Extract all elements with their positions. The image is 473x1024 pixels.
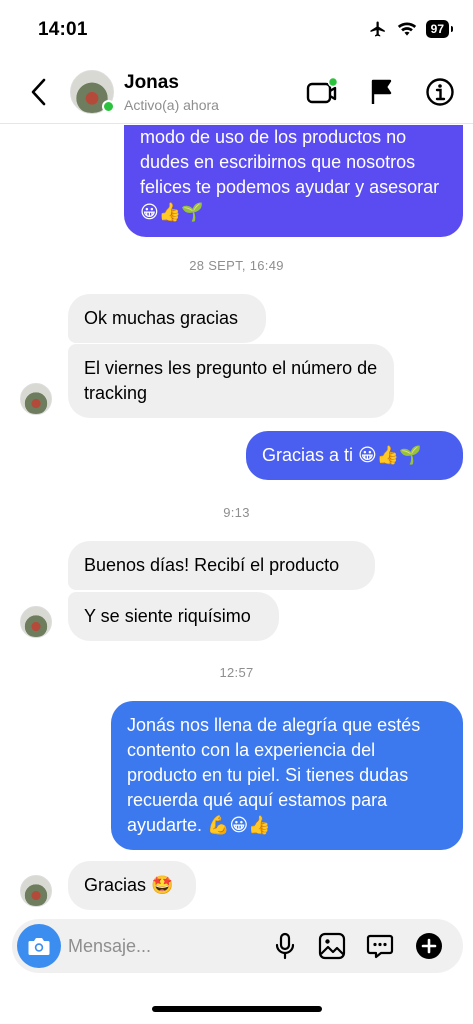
timestamp: 28 SEPT, 16:49 bbox=[189, 258, 284, 273]
gallery-button[interactable] bbox=[317, 931, 347, 961]
microphone-icon bbox=[275, 932, 295, 960]
message-outgoing[interactable]: Gracias a ti 😀👍🌱 bbox=[246, 431, 463, 480]
sender-avatar[interactable] bbox=[20, 875, 52, 907]
message-outgoing[interactable]: Jonás nos llena de alegría que estés con… bbox=[111, 701, 463, 850]
airplane-icon bbox=[370, 21, 385, 37]
status-icons: 97 bbox=[368, 20, 454, 38]
add-attachment-button[interactable] bbox=[414, 931, 444, 961]
camera-button[interactable] bbox=[17, 924, 61, 968]
video-call-button[interactable] bbox=[306, 76, 338, 108]
camera-icon bbox=[28, 938, 50, 955]
video-camera-icon bbox=[306, 77, 338, 104]
home-indicator[interactable] bbox=[152, 1006, 322, 1012]
message-incoming[interactable]: Y se siente riquísimo bbox=[68, 592, 279, 641]
chat-thread[interactable]: modo de uso de los productos no dudes en… bbox=[0, 125, 473, 915]
report-button[interactable] bbox=[366, 76, 398, 108]
info-button[interactable] bbox=[424, 76, 456, 108]
message-composer bbox=[12, 919, 463, 973]
message-incoming[interactable]: Buenos días! Recibí el producto bbox=[68, 541, 375, 590]
flag-icon bbox=[371, 79, 392, 104]
chat-bubble-icon bbox=[366, 934, 394, 959]
voice-message-button[interactable] bbox=[270, 931, 300, 961]
message-incoming[interactable]: Ok muchas gracias bbox=[68, 294, 266, 343]
sender-avatar[interactable] bbox=[20, 606, 52, 638]
battery-indicator: 97 bbox=[425, 20, 454, 38]
chat-header: Jonas Activo(a) ahora bbox=[0, 60, 473, 124]
sticker-button[interactable] bbox=[365, 931, 395, 961]
sender-avatar[interactable] bbox=[20, 383, 52, 415]
timestamp: 12:57 bbox=[219, 665, 254, 680]
message-incoming[interactable]: El viernes les pregunto el número de tra… bbox=[68, 344, 394, 418]
message-incoming[interactable]: Gracias 🤩 bbox=[68, 861, 196, 910]
info-icon bbox=[426, 78, 454, 106]
timestamp: 9:13 bbox=[223, 505, 250, 520]
chevron-left-icon bbox=[31, 78, 46, 106]
wifi-icon bbox=[397, 22, 416, 36]
image-icon bbox=[318, 932, 346, 960]
message-input[interactable] bbox=[68, 931, 258, 961]
message-outgoing[interactable]: modo de uso de los productos no dudes en… bbox=[124, 125, 463, 237]
back-button[interactable] bbox=[24, 74, 54, 110]
contact-avatar[interactable] bbox=[70, 70, 115, 114]
status-time: 14:01 bbox=[38, 19, 88, 40]
contact-name[interactable]: Jonas bbox=[124, 72, 179, 94]
status-bar: 14:01 97 bbox=[0, 0, 473, 58]
contact-status: Activo(a) ahora bbox=[124, 97, 219, 113]
online-indicator bbox=[102, 100, 115, 113]
plus-circle-icon bbox=[416, 933, 442, 959]
